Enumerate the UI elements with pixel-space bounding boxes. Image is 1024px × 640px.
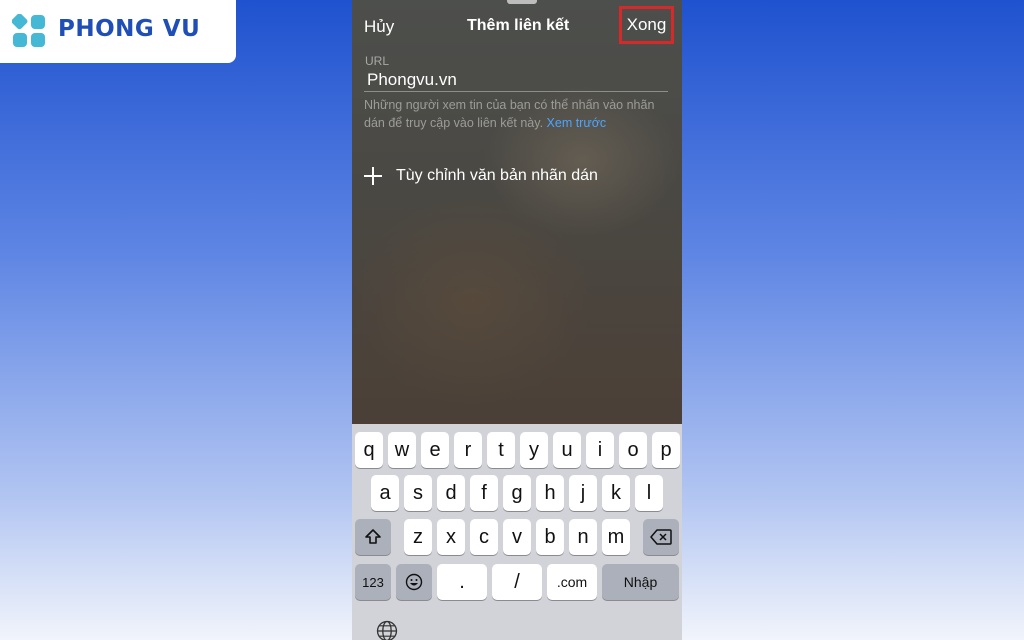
key-x[interactable]: x (437, 519, 465, 555)
key-f[interactable]: f (470, 475, 498, 511)
key-k[interactable]: k (602, 475, 630, 511)
url-input[interactable] (364, 68, 668, 92)
done-button-highlight[interactable]: Xong (619, 6, 674, 44)
emoji-icon (405, 573, 423, 591)
brand-name: PHONG VU (58, 16, 201, 42)
key-q[interactable]: q (355, 432, 383, 468)
helper-description: Những người xem tin của bạn có thể nhấn … (364, 98, 655, 130)
key-u[interactable]: u (553, 432, 581, 468)
shift-key[interactable] (355, 519, 391, 555)
phongvu-logo-icon (12, 14, 45, 47)
cancel-button[interactable]: Hủy (364, 17, 394, 37)
phone-screen: Hủy Thêm liên kết Xong URL Những người x… (352, 0, 682, 640)
enter-key[interactable]: Nhập (602, 564, 679, 600)
backspace-key[interactable] (643, 519, 679, 555)
key-a[interactable]: a (371, 475, 399, 511)
key-m[interactable]: m (602, 519, 630, 555)
slash-key[interactable]: / (492, 564, 542, 600)
key-z[interactable]: z (404, 519, 432, 555)
key-e[interactable]: e (421, 432, 449, 468)
globe-icon[interactable] (376, 620, 398, 640)
key-t[interactable]: t (487, 432, 515, 468)
page-title: Thêm liên kết (467, 17, 570, 34)
backspace-icon (650, 529, 672, 545)
dot-key[interactable]: . (437, 564, 487, 600)
emoji-key[interactable] (396, 564, 432, 600)
customize-sticker-text-button[interactable]: Tùy chỉnh văn bản nhãn dán (364, 162, 598, 190)
key-s[interactable]: s (404, 475, 432, 511)
key-c[interactable]: c (470, 519, 498, 555)
dotcom-key[interactable]: .com (547, 564, 597, 600)
keyboard: q w e r t y u i o p a s d f g h j k l z … (352, 424, 682, 640)
key-h[interactable]: h (536, 475, 564, 511)
key-i[interactable]: i (586, 432, 614, 468)
key-o[interactable]: o (619, 432, 647, 468)
done-button[interactable]: Xong (627, 15, 667, 35)
url-label: URL (365, 54, 390, 68)
plus-icon (364, 167, 382, 185)
key-l[interactable]: l (635, 475, 663, 511)
shift-icon (365, 529, 381, 544)
key-j[interactable]: j (569, 475, 597, 511)
key-p[interactable]: p (652, 432, 680, 468)
helper-text: Những người xem tin của bạn có thể nhấn … (364, 96, 670, 132)
key-y[interactable]: y (520, 432, 548, 468)
nav-bar: Hủy Thêm liên kết Xong (352, 0, 682, 52)
key-n[interactable]: n (569, 519, 597, 555)
key-w[interactable]: w (388, 432, 416, 468)
customize-sticker-text-label: Tùy chỉnh văn bản nhãn dán (396, 167, 598, 184)
numbers-key[interactable]: 123 (355, 564, 391, 600)
preview-link[interactable]: Xem trước (547, 116, 607, 130)
key-d[interactable]: d (437, 475, 465, 511)
key-r[interactable]: r (454, 432, 482, 468)
brand-logo-panel: PHONG VU (0, 0, 236, 63)
key-v[interactable]: v (503, 519, 531, 555)
key-g[interactable]: g (503, 475, 531, 511)
key-b[interactable]: b (536, 519, 564, 555)
